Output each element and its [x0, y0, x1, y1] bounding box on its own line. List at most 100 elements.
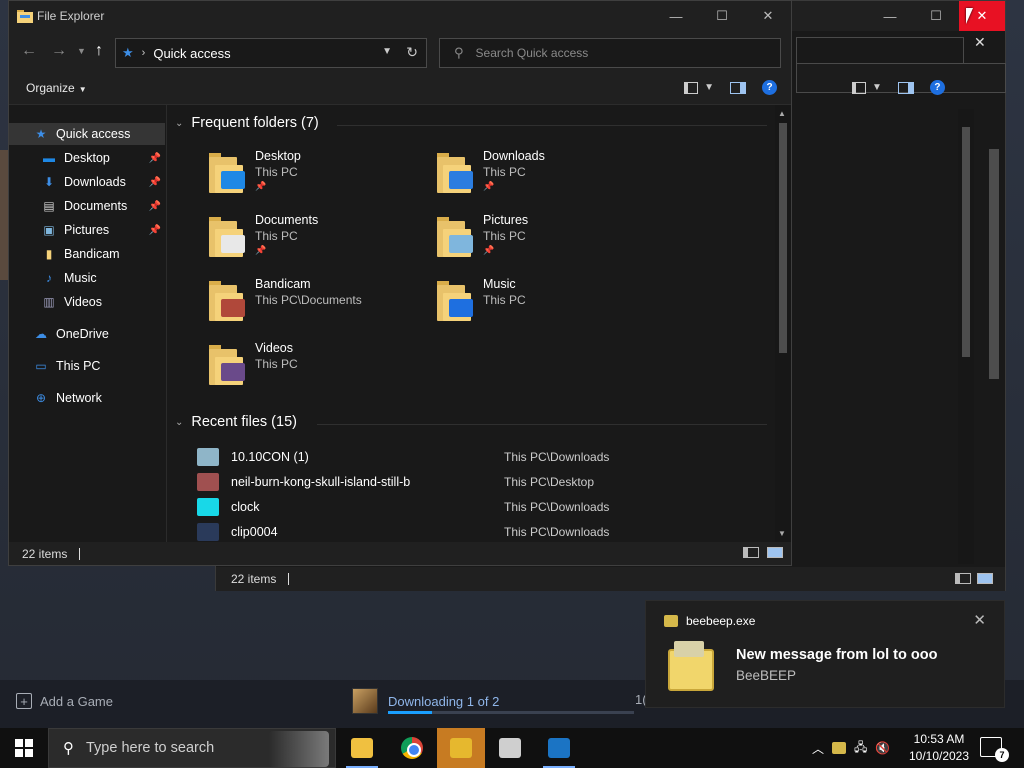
- preview-pane-icon[interactable]: [897, 81, 914, 94]
- close-icon[interactable]: ✕: [974, 34, 986, 51]
- mouse-cursor-icon: [966, 8, 980, 24]
- organize-label: Organize: [26, 81, 75, 95]
- chevron-down-icon[interactable]: ⌄: [175, 417, 183, 428]
- titlebar: File Explorer — ☐ ✕: [9, 1, 791, 31]
- frequent-folders-header[interactable]: ⌄ Frequent folders (7): [175, 115, 319, 131]
- close-icon[interactable]: ✕: [973, 611, 986, 629]
- taskbar-search-box[interactable]: ⚲ Type here to search: [48, 728, 336, 768]
- file-row[interactable]: 10.10CON (1) This PC\Downloads: [197, 446, 757, 468]
- background-scrollbar[interactable]: [958, 109, 974, 564]
- chevron-down-icon[interactable]: ⌄: [175, 118, 183, 129]
- file-row[interactable]: neil-burn-kong-skull-island-still-b This …: [197, 471, 757, 493]
- large-icons-view-icon[interactable]: [767, 547, 783, 558]
- breadcrumb-quick-access[interactable]: Quick access: [153, 46, 230, 61]
- folder-location: This PC: [255, 165, 298, 179]
- change-view-button[interactable]: ▼: [684, 81, 714, 94]
- folder-tile[interactable]: Downloads This PC 📌: [437, 149, 657, 205]
- beebeep-app[interactable]: [437, 728, 485, 768]
- volume-muted-icon[interactable]: 🔇: [875, 741, 890, 755]
- scroll-up-arrow-icon[interactable]: ▲: [778, 109, 786, 118]
- sidebar-item-this-pc[interactable]: ▭ This PC: [9, 355, 165, 377]
- sidebar-item-onedrive[interactable]: ☁ OneDrive: [9, 323, 165, 345]
- pin-icon[interactable]: 📌: [149, 225, 161, 236]
- sidebar-item-bandicam[interactable]: ▮ Bandicam: [9, 243, 165, 265]
- file-explorer-window[interactable]: File Explorer — ☐ ✕ ← → ▼ ↑ ★ › Quick ac…: [8, 0, 792, 566]
- eagle-app[interactable]: [486, 728, 534, 768]
- help-icon[interactable]: ?: [929, 80, 945, 95]
- details-view-icon[interactable]: [743, 547, 759, 558]
- sidebar-item-documents[interactable]: ▤ Documents 📌: [9, 195, 165, 217]
- scroll-thumb[interactable]: [779, 123, 787, 353]
- chevron-right-icon[interactable]: ›: [142, 47, 146, 59]
- network-icon[interactable]: 🖧: [854, 738, 867, 759]
- details-view-icon[interactable]: [955, 573, 971, 584]
- recent-locations-chevron-icon[interactable]: ▼: [77, 46, 86, 56]
- sidebar-item-downloads[interactable]: ⬇ Downloads 📌: [9, 171, 165, 193]
- folder-tile[interactable]: Bandicam This PC\Documents: [209, 277, 429, 333]
- folder-tile[interactable]: Pictures This PC 📌: [437, 213, 657, 269]
- scroll-down-arrow-icon[interactable]: ▼: [778, 529, 786, 538]
- add-game-button[interactable]: + Add a Game: [16, 693, 113, 709]
- scroll-thumb[interactable]: [989, 149, 999, 379]
- minimize-button[interactable]: —: [867, 1, 913, 31]
- chevron-down-icon[interactable]: ▼: [382, 46, 392, 57]
- search-input[interactable]: [475, 46, 756, 60]
- help-icon[interactable]: ?: [762, 80, 777, 95]
- sidebar-item-network[interactable]: ⊕ Network: [9, 387, 165, 409]
- clock-time: 10:53 AM: [913, 732, 965, 746]
- file-row[interactable]: clock This PC\Downloads: [197, 496, 757, 518]
- chrome-app[interactable]: [388, 728, 436, 768]
- up-arrow-icon[interactable]: ↑: [95, 42, 103, 60]
- toast-title: New message from lol to ooo: [736, 647, 938, 663]
- folder-location: This PC: [255, 229, 298, 243]
- folder-tile[interactable]: Music This PC: [437, 277, 657, 333]
- sidebar-item-music[interactable]: ♪ Music: [9, 267, 165, 289]
- folder-icon: [17, 10, 33, 23]
- maximize-button[interactable]: ☐: [913, 1, 959, 31]
- folder-tile[interactable]: Documents This PC 📌: [209, 213, 429, 269]
- scroll-thumb[interactable]: [962, 127, 970, 357]
- recent-files-header[interactable]: ⌄ Recent files (15): [175, 414, 297, 430]
- folder-tile[interactable]: Videos This PC: [209, 341, 429, 397]
- close-button[interactable]: ✕: [745, 1, 791, 31]
- chevron-up-icon[interactable]: ︿: [812, 740, 824, 757]
- maximize-button[interactable]: ☐: [699, 1, 745, 31]
- desktop-folder-icon: [209, 153, 245, 193]
- background-outer-scrollbar[interactable]: [986, 131, 1002, 571]
- star-icon: ★: [122, 45, 134, 60]
- download-progress-bar: [388, 711, 634, 714]
- search-box[interactable]: ⚲: [439, 38, 781, 68]
- pin-icon[interactable]: 📌: [149, 201, 161, 212]
- navigation-bar: ← → ▼ ↑ ★ › Quick access ▼ ↻ ⚲: [9, 31, 791, 73]
- refresh-icon[interactable]: ↻: [406, 44, 418, 61]
- address-bar[interactable]: ★ › Quick access ▼ ↻: [115, 38, 427, 68]
- tiles-view-icon[interactable]: [977, 573, 993, 584]
- organize-button[interactable]: Organize ▼: [26, 81, 87, 95]
- folder-tile[interactable]: Desktop This PC 📌: [209, 149, 429, 205]
- pin-icon[interactable]: 📌: [149, 153, 161, 164]
- vertical-scrollbar[interactable]: ▲ ▼: [775, 105, 791, 542]
- sidebar-item-pictures[interactable]: ▣ Pictures 📌: [9, 219, 165, 241]
- toast-notification[interactable]: beebeep.exe ✕ New message from lol to oo…: [645, 600, 1005, 708]
- sidebar-item-label: OneDrive: [56, 327, 109, 341]
- clock[interactable]: 10:53 AM 10/10/2023: [900, 731, 978, 765]
- file-explorer-app[interactable]: [338, 728, 386, 768]
- steam-app[interactable]: [535, 728, 583, 768]
- pin-icon: 📌: [483, 181, 495, 191]
- file-row[interactable]: clip0004 This PC\Downloads: [197, 521, 757, 542]
- back-arrow-icon[interactable]: ←: [21, 42, 37, 60]
- view-options-icon[interactable]: ▼: [852, 81, 882, 94]
- background-address-bar[interactable]: [796, 37, 964, 66]
- tray-app-icon[interactable]: [832, 742, 847, 754]
- start-button[interactable]: [0, 728, 48, 768]
- sidebar-item-quick-access[interactable]: ★ Quick access: [9, 123, 165, 145]
- notification-center-icon[interactable]: 7: [980, 737, 1009, 762]
- preview-pane-icon[interactable]: [730, 81, 746, 94]
- minimize-button[interactable]: —: [653, 1, 699, 31]
- forward-arrow-icon[interactable]: →: [51, 42, 67, 60]
- taskbar-search-placeholder: Type here to search: [86, 740, 215, 756]
- caret-down-icon: ▼: [704, 82, 714, 93]
- sidebar-item-desktop[interactable]: ▬ Desktop 📌: [9, 147, 165, 169]
- pin-icon[interactable]: 📌: [149, 177, 161, 188]
- sidebar-item-videos[interactable]: ▥ Videos: [9, 291, 165, 313]
